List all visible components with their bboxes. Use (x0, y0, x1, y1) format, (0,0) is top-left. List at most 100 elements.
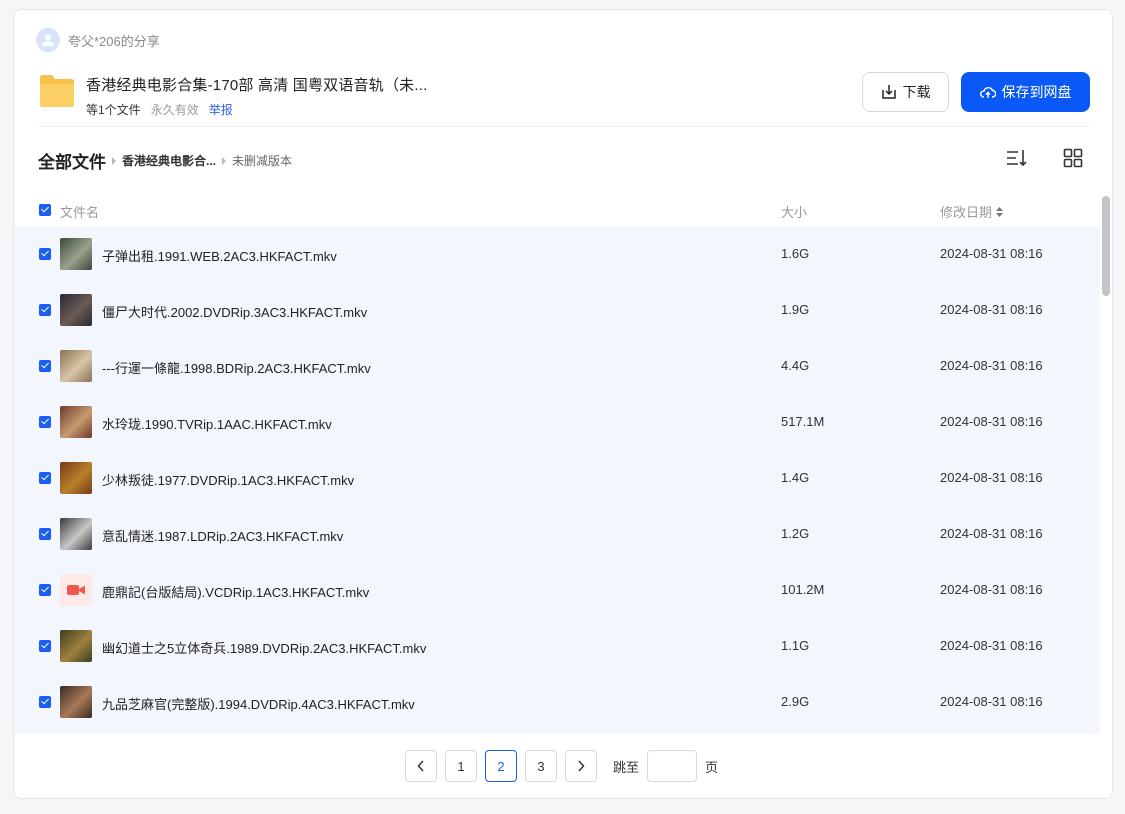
video-thumbnail (60, 462, 92, 494)
row-checkbox[interactable] (39, 360, 51, 372)
video-thumbnail (60, 350, 92, 382)
table-row[interactable]: 鹿鼎記(台版結局).VCDRip.1AC3.HKFACT.mkv 101.2M 20… (14, 562, 1100, 618)
table-row[interactable]: 子弹出租.1991.WEB.2AC3.HKFACT.mkv 1.6G 2024-08… (14, 226, 1100, 282)
share-meta: 等1个文件 永久有效 举报 (86, 101, 446, 118)
breadcrumb-parent[interactable]: 香港经典电影合... (122, 152, 216, 169)
row-checkbox[interactable] (39, 696, 51, 708)
video-thumbnail (60, 406, 92, 438)
folder-icon (40, 75, 74, 107)
table-header: 文件名 大小 修改日期 (14, 196, 1100, 226)
sharer-info: 夸父*206的分享 (36, 28, 160, 52)
table-row[interactable]: 幽幻道士之5立体奇兵.1989.DVDRip.2AC3.HKFACT.mkv 1.… (14, 618, 1100, 674)
video-file-icon (60, 574, 92, 606)
file-date: 2024-08-31 08:16 (940, 582, 1043, 597)
video-thumbnail (60, 686, 92, 718)
sharer-name: 夸父*206的分享 (68, 33, 160, 49)
table-row[interactable]: 僵尸大时代.2002.DVDRip.3AC3.HKFACT.mkv 1.9G 202… (14, 282, 1100, 338)
file-size: 4.4G (781, 358, 810, 373)
file-size: 1.9G (781, 302, 810, 317)
avatar (36, 28, 60, 52)
page-button[interactable]: 2 (485, 750, 517, 782)
table-row[interactable]: 九品芝麻官(完整版).1994.DVDRip.4AC3.HKFACT.mkv 2.… (14, 674, 1100, 730)
save-to-drive-button[interactable]: 保存到网盘 (961, 72, 1090, 112)
pagination: 123 跳至 页 (405, 750, 718, 782)
validity: 永久有效 (150, 103, 199, 117)
file-name[interactable]: 子弹出租.1991.WEB.2AC3.HKFACT.mkv (102, 246, 337, 265)
prev-page-button[interactable] (405, 750, 437, 782)
chevron-left-icon (417, 760, 424, 772)
header-size[interactable]: 大小 (781, 202, 807, 221)
row-checkbox[interactable] (39, 584, 51, 596)
file-size: 1.2G (781, 526, 810, 541)
sort-arrows-icon (996, 206, 1004, 217)
video-thumbnail (60, 518, 92, 550)
row-checkbox[interactable] (39, 528, 51, 540)
save-label: 保存到网盘 (1001, 84, 1072, 100)
share-card: 夸父*206的分享 香港经典电影合集-170部 高清 国粤双语音轨（未... 等… (13, 9, 1113, 799)
file-date: 2024-08-31 08:16 (940, 470, 1043, 485)
row-checkbox[interactable] (39, 640, 51, 652)
scrollbar[interactable] (1102, 196, 1110, 296)
table-row[interactable]: 意乱情迷.1987.LDRip.2AC3.HKFACT.mkv 1.2G 2024-… (14, 506, 1100, 562)
video-thumbnail (60, 238, 92, 270)
breadcrumb-separator-icon (112, 156, 116, 165)
video-thumbnail (60, 630, 92, 662)
page-button[interactable]: 1 (445, 750, 477, 782)
file-size: 517.1M (781, 414, 825, 429)
file-date: 2024-08-31 08:16 (940, 302, 1043, 317)
file-count: 等1个文件 (86, 103, 141, 117)
sort-icon[interactable] (1006, 148, 1028, 168)
header-date: 修改日期 (940, 205, 993, 220)
file-list: 子弹出租.1991.WEB.2AC3.HKFACT.mkv 1.6G 2024-08… (14, 226, 1100, 734)
file-name[interactable]: ---行運一條龍.1998.BDRip.2AC3.HKFACT.mkv (102, 358, 371, 377)
file-size: 1.6G (781, 246, 810, 261)
chevron-right-icon (578, 760, 585, 772)
table-row[interactable]: ---行運一條龍.1998.BDRip.2AC3.HKFACT.mkv 4.4G 2… (14, 338, 1100, 394)
file-size: 1.1G (781, 638, 810, 653)
file-date: 2024-08-31 08:16 (940, 246, 1043, 261)
file-name[interactable]: 水玲珑.1990.TVRip.1AAC.HKFACT.mkv (102, 414, 332, 433)
file-name[interactable]: 幽幻道士之5立体奇兵.1989.DVDRip.2AC3.HKFACT.mkv (102, 638, 426, 657)
video-thumbnail (60, 294, 92, 326)
breadcrumb: 全部文件 香港经典电影合... 未删减版本 (38, 148, 292, 173)
table-row[interactable]: 水玲珑.1990.TVRip.1AAC.HKFACT.mkv 517.1M 2024… (14, 394, 1100, 450)
next-page-button[interactable] (565, 750, 597, 782)
download-icon (881, 85, 896, 99)
file-size: 1.4G (781, 470, 810, 485)
file-date: 2024-08-31 08:16 (940, 414, 1043, 429)
grid-view-icon[interactable] (1063, 148, 1083, 168)
download-button[interactable]: 下载 (862, 72, 949, 112)
file-size: 101.2M (781, 582, 825, 597)
breadcrumb-separator-icon (222, 156, 227, 165)
file-date: 2024-08-31 08:16 (940, 526, 1043, 541)
select-all-checkbox[interactable] (39, 204, 51, 216)
share-title-block: 香港经典电影合集-170部 高清 国粤双语音轨（未... 等1个文件 永久有效 … (86, 74, 446, 118)
file-name[interactable]: 九品芝麻官(完整版).1994.DVDRip.4AC3.HKFACT.mkv (102, 694, 415, 713)
header-name[interactable]: 文件名 (60, 202, 99, 221)
row-checkbox[interactable] (39, 472, 51, 484)
download-label: 下载 (902, 84, 931, 100)
row-checkbox[interactable] (39, 416, 51, 428)
header-date-sort[interactable]: 修改日期 (940, 202, 1004, 221)
page-numbers: 123 (445, 750, 565, 782)
report-link[interactable]: 举报 (209, 101, 233, 118)
cloud-upload-icon (979, 87, 996, 98)
breadcrumb-root[interactable]: 全部文件 (38, 148, 106, 173)
breadcrumb-current: 未删减版本 (232, 154, 293, 168)
share-title: 香港经典电影合集-170部 高清 国粤双语音轨（未... (86, 77, 428, 94)
row-checkbox[interactable] (39, 304, 51, 316)
file-name[interactable]: 少林叛徒.1977.DVDRip.1AC3.HKFACT.mkv (102, 470, 354, 489)
divider (38, 126, 1090, 127)
jump-page-input[interactable] (647, 750, 698, 782)
page-label: 页 (705, 759, 719, 775)
row-checkbox[interactable] (39, 248, 51, 260)
page-button[interactable]: 3 (525, 750, 557, 782)
file-name[interactable]: 意乱情迷.1987.LDRip.2AC3.HKFACT.mkv (102, 526, 343, 545)
file-name[interactable]: 鹿鼎記(台版結局).VCDRip.1AC3.HKFACT.mkv (102, 582, 369, 601)
jump-label: 跳至 (613, 759, 640, 775)
file-date: 2024-08-31 08:16 (940, 694, 1043, 709)
file-name[interactable]: 僵尸大时代.2002.DVDRip.3AC3.HKFACT.mkv (102, 302, 367, 321)
user-icon (42, 34, 54, 46)
file-date: 2024-08-31 08:16 (940, 638, 1043, 653)
table-row[interactable]: 少林叛徒.1977.DVDRip.1AC3.HKFACT.mkv 1.4G 2024… (14, 450, 1100, 506)
